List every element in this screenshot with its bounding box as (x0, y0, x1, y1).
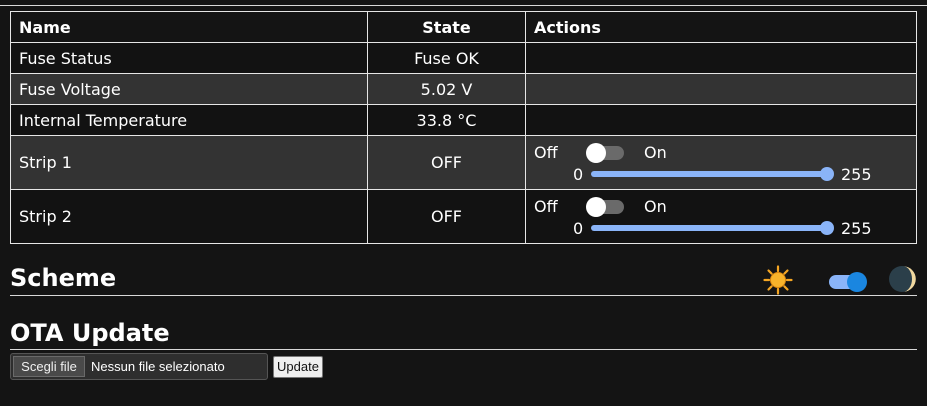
sun-icon (763, 265, 793, 295)
scheme-heading: Scheme (10, 264, 117, 292)
entity-name: Internal Temperature (10, 104, 368, 136)
strip-1-brightness-slider[interactable] (591, 167, 834, 181)
entity-name: Fuse Status (10, 42, 368, 74)
ota-heading: OTA Update (10, 319, 170, 347)
switch-off-label: Off (534, 197, 558, 216)
entity-state: OFF (367, 189, 526, 244)
entity-actions (525, 104, 917, 136)
entity-state: 33.8 °C (367, 104, 526, 136)
slider-max-label: 255 (841, 219, 872, 238)
slider-thumb[interactable] (820, 167, 834, 181)
ota-divider (10, 349, 917, 350)
entity-name: Fuse Voltage (10, 73, 368, 105)
toggle-knob[interactable] (847, 272, 867, 292)
dark-mode-toggle[interactable] (829, 272, 867, 292)
entity-actions: Off On 0 255 (525, 135, 917, 190)
moon-icon (889, 266, 916, 292)
table-row: Strip 2 OFF Off On 0 255 (10, 189, 917, 244)
entity-state: OFF (367, 135, 526, 190)
strip-2-brightness-slider[interactable] (591, 221, 834, 235)
table-row: Fuse Status Fuse OK (10, 42, 917, 74)
entity-actions: Off On 0 255 (525, 189, 917, 244)
strip-1-switch[interactable] (586, 143, 624, 163)
entities-table: Name State Actions Fuse Status Fuse OK F… (10, 11, 917, 244)
entity-name: Strip 1 (10, 135, 368, 190)
table-row: Fuse Voltage 5.02 V (10, 73, 917, 105)
column-header-name: Name (10, 11, 368, 43)
entity-name: Strip 2 (10, 189, 368, 244)
table-header-row: Name State Actions (10, 11, 917, 43)
switch-off-label: Off (534, 143, 558, 162)
table-row: Internal Temperature 33.8 °C (10, 104, 917, 136)
entity-actions (525, 73, 917, 105)
slider-thumb[interactable] (820, 221, 834, 235)
slider-min-label: 0 (573, 165, 584, 184)
entity-actions (525, 42, 917, 74)
entity-state: Fuse OK (367, 42, 526, 74)
firmware-file-input[interactable]: Scegli file Nessun file selezionato (10, 353, 268, 380)
slider-max-label: 255 (841, 165, 872, 184)
top-divider (0, 5, 927, 6)
choose-file-button[interactable]: Scegli file (13, 356, 85, 377)
switch-on-label: On (644, 143, 667, 162)
update-button[interactable]: Update (273, 356, 323, 378)
switch-on-label: On (644, 197, 667, 216)
switch-knob[interactable] (586, 197, 606, 217)
switch-knob[interactable] (586, 143, 606, 163)
slider-min-label: 0 (573, 219, 584, 238)
entity-state: 5.02 V (367, 73, 526, 105)
column-header-state: State (367, 11, 526, 43)
scheme-divider (10, 295, 917, 296)
table-row: Strip 1 OFF Off On 0 255 (10, 135, 917, 190)
no-file-selected-text: Nessun file selezionato (91, 359, 225, 374)
column-header-actions: Actions (525, 11, 917, 43)
strip-2-switch[interactable] (586, 197, 624, 217)
